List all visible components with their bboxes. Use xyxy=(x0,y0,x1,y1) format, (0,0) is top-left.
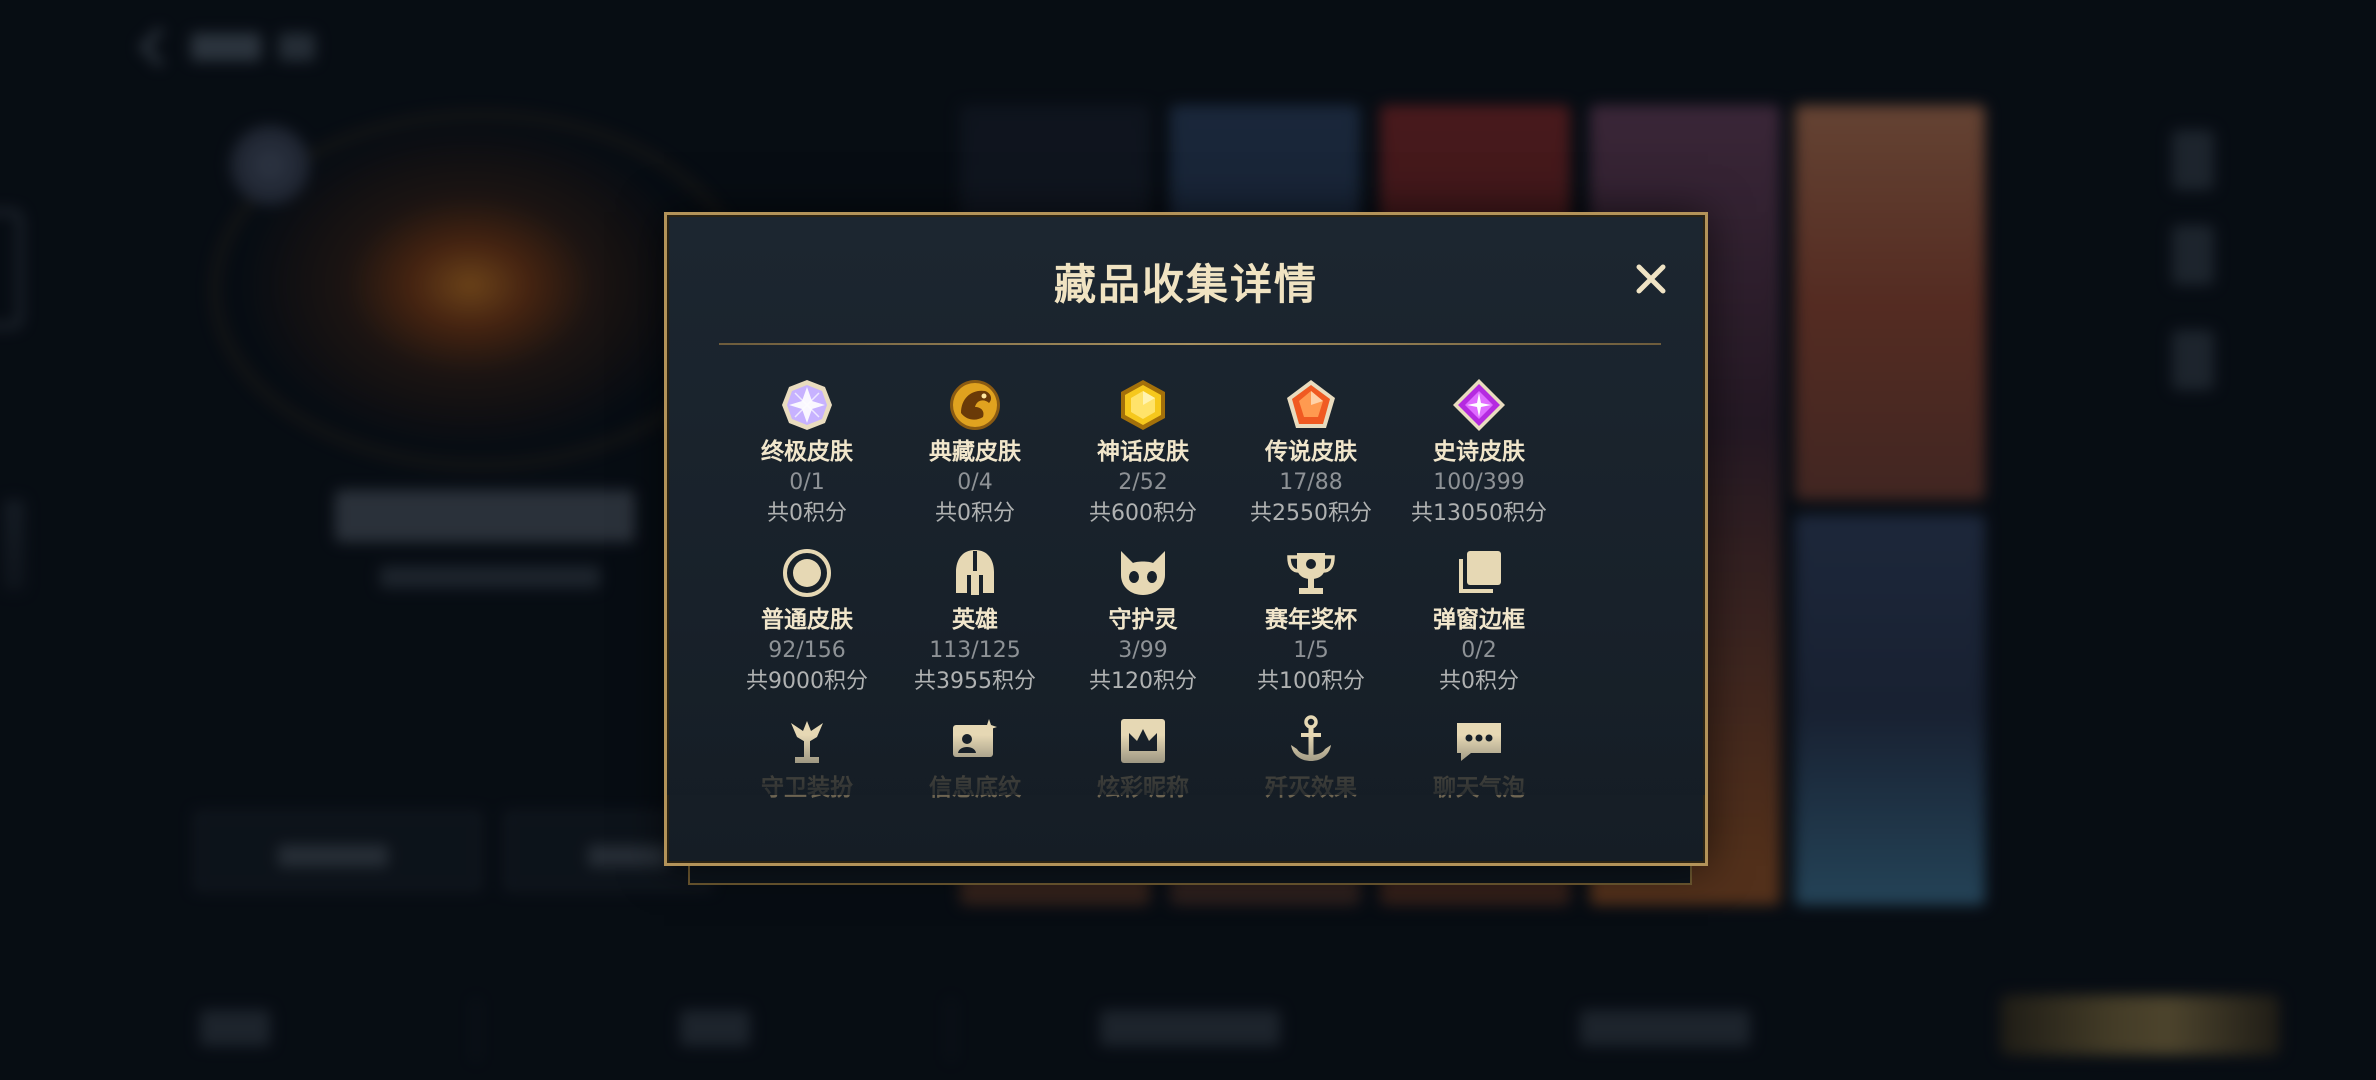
category-label: 守护灵 xyxy=(1108,607,1178,633)
category-count: 2/52 xyxy=(1118,470,1168,495)
title-divider xyxy=(719,343,1661,345)
mythic-gem-icon xyxy=(1113,375,1173,435)
category-points: 共600积分 xyxy=(1089,501,1197,526)
category-count: 100/399 xyxy=(1433,470,1525,495)
category-points: 共0积分 xyxy=(767,501,847,526)
helmet-icon xyxy=(945,543,1005,603)
category-label: 弹窗边框 xyxy=(1433,607,1525,633)
guardian-pet-icon xyxy=(1113,543,1173,603)
category-normal-skin[interactable]: 普通皮肤 92/156 共9000积分 xyxy=(723,543,891,698)
category-label: 赛年奖杯 xyxy=(1265,607,1357,633)
close-button[interactable] xyxy=(1625,253,1677,305)
category-season-trophy[interactable]: 赛年奖杯 1/5 共100积分 xyxy=(1227,543,1395,698)
category-hero[interactable]: 英雄 113/125 共3955积分 xyxy=(891,543,1059,698)
category-label: 史诗皮肤 xyxy=(1433,439,1525,465)
category-count: 92/156 xyxy=(768,638,846,663)
category-guardian[interactable]: 守护灵 3/99 共120积分 xyxy=(1059,543,1227,698)
category-points: 共0积分 xyxy=(935,501,1015,526)
category-label: 典藏皮肤 xyxy=(929,439,1021,465)
category-label: 英雄 xyxy=(952,607,998,633)
category-label: 神话皮肤 xyxy=(1097,439,1189,465)
dragon-emblem-icon xyxy=(945,375,1005,435)
category-count: 1/5 xyxy=(1293,638,1329,663)
frame-stack-icon xyxy=(1449,543,1509,603)
category-mythic-skin[interactable]: 神话皮肤 2/52 共600积分 xyxy=(1059,375,1227,530)
category-points: 共2550积分 xyxy=(1250,501,1372,526)
category-label: 普通皮肤 xyxy=(761,607,853,633)
category-points: 共100积分 xyxy=(1257,669,1365,694)
category-popup-frame[interactable]: 弹窗边框 0/2 共0积分 xyxy=(1395,543,1563,698)
category-label: 终极皮肤 xyxy=(761,439,853,465)
collection-details-modal: 藏品收集详情 终极皮肤 0/1 共0积分 典藏皮肤 0/4 共0积分 神话皮肤 … xyxy=(664,212,1708,866)
circle-badge-icon xyxy=(777,543,837,603)
category-collection-skin[interactable]: 典藏皮肤 0/4 共0积分 xyxy=(891,375,1059,530)
category-count: 0/2 xyxy=(1461,638,1497,663)
category-points: 共0积分 xyxy=(1439,669,1519,694)
category-count: 0/4 xyxy=(957,470,993,495)
category-points: 共120积分 xyxy=(1089,669,1197,694)
category-points: 共3955积分 xyxy=(914,669,1036,694)
trophy-icon xyxy=(1281,543,1341,603)
category-label: 传说皮肤 xyxy=(1265,439,1357,465)
category-count: 113/125 xyxy=(929,638,1021,663)
category-points: 共13050积分 xyxy=(1411,501,1547,526)
epic-gem-icon xyxy=(1449,375,1509,435)
close-icon xyxy=(1636,264,1666,294)
category-points: 共9000积分 xyxy=(746,669,868,694)
category-count: 0/1 xyxy=(789,470,825,495)
category-epic-skin[interactable]: 史诗皮肤 100/399 共13050积分 xyxy=(1395,375,1563,530)
category-count: 17/88 xyxy=(1279,470,1343,495)
ultimate-gem-icon xyxy=(777,375,837,435)
category-legend-skin[interactable]: 传说皮肤 17/88 共2550积分 xyxy=(1227,375,1395,530)
legend-gem-icon xyxy=(1281,375,1341,435)
category-count: 3/99 xyxy=(1118,638,1168,663)
modal-title: 藏品收集详情 xyxy=(1053,260,1318,309)
category-ultimate-skin[interactable]: 终极皮肤 0/1 共0积分 xyxy=(723,375,891,530)
